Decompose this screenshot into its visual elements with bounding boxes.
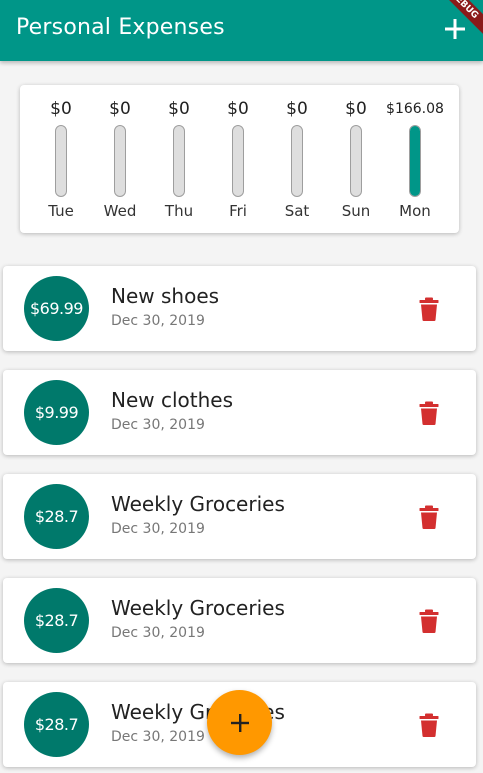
transaction-date: Dec 30, 2019 [111,729,205,745]
transaction-date: Dec 30, 2019 [111,521,205,537]
chart-bar-sat: $0 Sat [268,85,326,233]
bar-track [409,125,421,197]
delete-button[interactable] [419,505,439,529]
add-transaction-fab[interactable] [207,690,272,755]
amount-avatar: $9.99 [24,380,89,445]
delete-button[interactable] [419,609,439,633]
trash-icon [419,401,439,425]
transaction-title: New shoes [111,284,220,308]
bar-day-label: Sun [341,202,371,220]
trash-icon [419,505,439,529]
bar-day-label: Wed [103,202,137,220]
chart-bar-wed: $0 Wed [91,85,149,233]
transaction-title: Weekly Groceries [111,492,285,516]
app-title: Personal Expenses [16,15,225,40]
bar-amount: $0 [286,99,308,119]
delete-button[interactable] [419,297,439,321]
bar-track [173,125,185,197]
amount-avatar: $28.7 [24,484,89,549]
chart-bar-fri: $0 Fri [209,85,267,233]
transaction-item: $9.99 New clothes Dec 30, 2019 [3,370,476,455]
plus-icon [230,713,249,732]
transaction-date: Dec 30, 2019 [111,625,205,641]
bar-amount: $166.08 [386,101,444,117]
app-bar: Personal Expenses DEBUG [0,0,483,61]
chart-bar-tue: $0 Tue [32,85,90,233]
delete-button[interactable] [419,401,439,425]
trash-icon [419,297,439,321]
bar-day-label: Tue [48,202,74,220]
bar-day-label: Fri [229,202,247,220]
transaction-item: $28.7 Weekly Groceries Dec 30, 2019 [3,578,476,663]
transaction-title: Weekly Groceries [111,596,285,620]
bar-day-label: Thu [164,202,194,220]
debug-banner: DEBUG [423,0,483,60]
weekly-chart-card: $0 Tue $0 Wed $0 Thu $0 Fri $0 Sat $0 Su… [20,85,459,233]
bar-day-label: Mon [399,202,431,220]
trash-icon [419,609,439,633]
bar-day-label: Sat [284,202,310,220]
bar-amount: $0 [227,99,249,119]
chart-bar-mon: $166.08 Mon [386,85,444,233]
transaction-date: Dec 30, 2019 [111,417,205,433]
amount-avatar: $28.7 [24,588,89,653]
delete-button[interactable] [419,713,439,737]
transaction-date: Dec 30, 2019 [111,313,205,329]
bar-track [291,125,303,197]
bar-fill [410,126,420,196]
amount-avatar: $28.7 [24,692,89,757]
bar-amount: $0 [345,99,367,119]
bar-amount: $0 [109,99,131,119]
transaction-title: New clothes [111,388,234,412]
bar-amount: $0 [168,99,190,119]
transaction-item: $28.7 Weekly Groceries Dec 30, 2019 [3,474,476,559]
bar-amount: $0 [50,99,72,119]
bar-track [114,125,126,197]
trash-icon [419,713,439,737]
amount-avatar: $69.99 [24,276,89,341]
chart-bar-thu: $0 Thu [150,85,208,233]
bar-track [55,125,67,197]
bar-track [232,125,244,197]
chart-bar-sun: $0 Sun [327,85,385,233]
transaction-item: $69.99 New shoes Dec 30, 2019 [3,266,476,351]
bar-track [350,125,362,197]
